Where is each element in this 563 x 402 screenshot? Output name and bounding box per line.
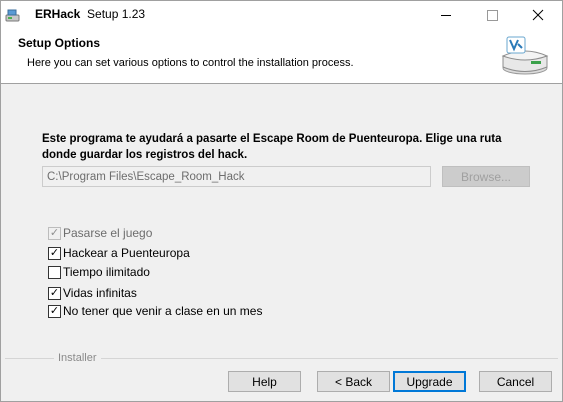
minimize-icon [441, 14, 451, 16]
window-title-rest: Setup 1.23 [87, 7, 146, 21]
option-label: Vidas infinitas [63, 286, 137, 300]
page-title: Setup Options [18, 36, 100, 50]
maximize-icon [486, 9, 498, 21]
help-button[interactable]: Help [228, 371, 301, 392]
window-title-app: ERHack [35, 7, 81, 21]
installer-app-icon [5, 9, 20, 22]
minimize-button[interactable] [423, 1, 469, 29]
setup-disk-logo-icon [501, 36, 549, 75]
title-bar[interactable]: ERHack Setup 1.23 [1, 1, 562, 29]
installer-group-label: Installer [54, 352, 101, 364]
window-title: ERHack Setup 1.23 [35, 7, 145, 21]
option-label: Tiempo ilimitado [63, 265, 150, 279]
description-text: Este programa te ayudará a pasarte el Es… [42, 133, 502, 161]
checkbox-checked-icon: ✓ [48, 286, 61, 300]
checkbox-checked-icon: ✓ [48, 246, 61, 260]
page-subtitle: Here you can set various options to cont… [27, 57, 354, 69]
maximize-button[interactable] [469, 1, 515, 29]
checkbox-checked-icon: ✓ [48, 226, 61, 240]
option-vidas-infinitas[interactable]: ✓ Vidas infinitas [48, 285, 137, 301]
upgrade-button[interactable]: Upgrade [393, 371, 466, 392]
setup-window: ERHack Setup 1.23 Setup Options Here you… [0, 0, 563, 402]
wizard-header: Setup Options Here you can set various o… [1, 29, 562, 84]
option-label: No tener que venir a clase en un mes [63, 304, 263, 318]
close-icon [532, 9, 544, 21]
option-tiempo-ilimitado[interactable]: Tiempo ilimitado [48, 264, 150, 280]
option-label: Hackear a Puenteuropa [63, 246, 190, 260]
option-pasarse-el-juego[interactable]: ✓ Pasarse el juego [48, 225, 152, 241]
checkbox-unchecked-icon [48, 265, 61, 279]
close-button[interactable] [515, 1, 561, 29]
option-no-venir-a-clase[interactable]: ✓ No tener que venir a clase en un mes [48, 303, 262, 319]
install-path-field[interactable] [42, 166, 431, 187]
cancel-button[interactable]: Cancel [479, 371, 552, 392]
browse-button[interactable]: Browse... [442, 166, 530, 187]
option-hackear-a-puenteuropa[interactable]: ✓ Hackear a Puenteuropa [48, 245, 190, 261]
checkbox-checked-icon: ✓ [48, 304, 61, 318]
option-label: Pasarse el juego [63, 226, 153, 240]
back-button[interactable]: < Back [317, 371, 390, 392]
